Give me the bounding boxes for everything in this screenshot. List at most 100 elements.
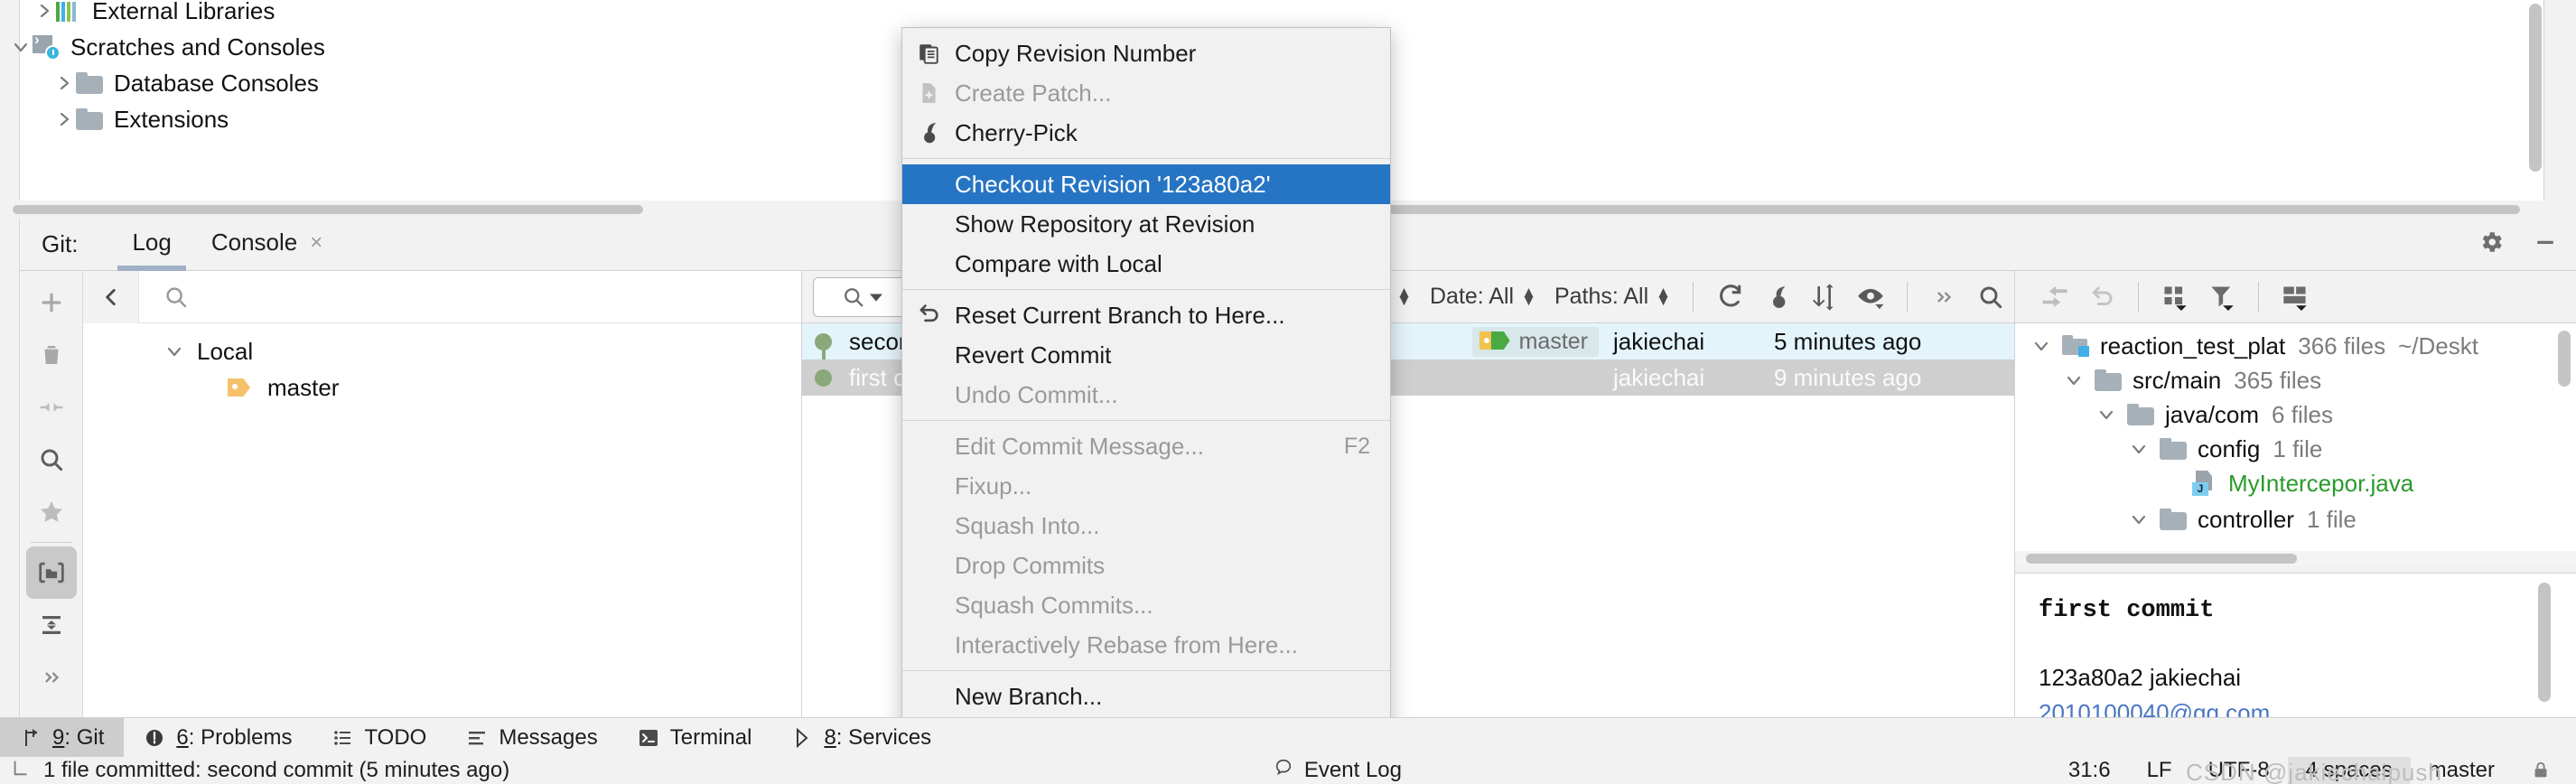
menu-item-label: Checkout Revision '123a80a2' xyxy=(955,170,1271,198)
branch-item-master[interactable]: master xyxy=(228,370,339,405)
files-horizontal-scrollbar[interactable] xyxy=(2015,551,2576,565)
quick-search-dropdown[interactable] xyxy=(813,276,910,317)
filter-date[interactable]: Date: All ▲ ▼ xyxy=(1421,284,1545,310)
file-tree-row[interactable]: controller 1 file xyxy=(2127,502,2357,537)
more-icon[interactable] xyxy=(26,651,77,704)
favorite-star-icon[interactable] xyxy=(26,486,77,538)
tree-label: External Libraries xyxy=(92,0,275,24)
menu-item-checkout-revision[interactable]: Checkout Revision '123a80a2' xyxy=(902,164,1390,204)
file-count: 6 files xyxy=(2272,400,2333,428)
editor-icon xyxy=(11,758,31,784)
filter-paths[interactable]: Paths: All ▲ ▼ xyxy=(1545,284,1680,310)
toolbar-divider xyxy=(1907,281,1908,313)
tab-console[interactable]: Console × xyxy=(191,218,342,271)
file-tree-label: reaction_test_plat xyxy=(2100,331,2286,359)
detail-vertical-scrollbar[interactable] xyxy=(2538,583,2551,702)
files-vertical-scrollbar[interactable] xyxy=(2558,331,2571,387)
lock-icon[interactable] xyxy=(2513,757,2569,784)
tool-button-label: TODO xyxy=(364,724,427,750)
libraries-icon xyxy=(56,0,81,22)
tool-button-git[interactable]: 9: Git xyxy=(0,717,125,758)
menu-item-label: Show Repository at Revision xyxy=(955,210,1255,238)
menu-separator xyxy=(902,420,1390,421)
tree-item-external-libraries[interactable]: External Libraries xyxy=(33,0,275,29)
menu-item-label: Reset Current Branch to Here... xyxy=(955,301,1285,329)
group-by-icon[interactable] xyxy=(2151,274,2198,321)
chevron-down-icon[interactable] xyxy=(163,340,186,363)
tool-button-messages[interactable]: Messages xyxy=(446,718,617,758)
chevron-down-icon[interactable] xyxy=(2127,508,2151,531)
indent-setting[interactable]: 4 spaces xyxy=(2287,757,2411,784)
folder-icon xyxy=(2127,404,2154,425)
refresh-icon[interactable] xyxy=(1706,274,1753,321)
menu-item-new-branch[interactable]: New Branch... xyxy=(902,677,1390,716)
branch-group-local[interactable]: Local xyxy=(163,334,253,369)
file-tree-row[interactable]: src/main 365 files xyxy=(2062,363,2321,397)
menu-separator xyxy=(902,670,1390,671)
tree-item-database-consoles[interactable]: Database Consoles xyxy=(52,65,319,101)
folder-selected-icon[interactable] xyxy=(25,546,77,599)
chevron-right-icon[interactable] xyxy=(33,0,56,23)
line-separator[interactable]: LF xyxy=(2129,757,2190,784)
chevron-right-icon[interactable] xyxy=(52,107,76,131)
delete-icon[interactable] xyxy=(26,329,77,381)
file-tree-row[interactable]: java/com 6 files xyxy=(2095,397,2333,432)
file-count: 1 file xyxy=(2306,505,2357,533)
layout-icon[interactable] xyxy=(2272,274,2319,321)
merge-icon[interactable] xyxy=(26,381,77,434)
collapse-pane-button[interactable] xyxy=(83,271,139,323)
eye-icon[interactable] xyxy=(1847,274,1894,321)
menu-item-compare-with-local[interactable]: Compare with Local xyxy=(902,244,1390,284)
tool-button-terminal[interactable]: Terminal xyxy=(618,718,772,758)
chevron-down-icon[interactable] xyxy=(9,35,33,59)
menu-item-copy-revision-number[interactable]: Copy Revision Number xyxy=(902,33,1390,73)
chevron-down-icon[interactable] xyxy=(2062,369,2086,392)
tree-item-extensions[interactable]: Extensions xyxy=(52,101,229,137)
commit-message-detail: first commit 123a80a2 jakiechai 20101000… xyxy=(2015,573,2576,717)
add-icon[interactable] xyxy=(26,276,77,329)
tool-button-services[interactable]: 8: Services xyxy=(771,718,951,758)
menu-item-label: Undo Commit... xyxy=(955,380,1118,408)
sort-icon[interactable] xyxy=(1800,274,1847,321)
tree-item-scratches-and-consoles[interactable]: Scratches and Consoles xyxy=(9,29,325,65)
event-log-button[interactable]: Event Log xyxy=(1274,758,1402,784)
file-tree-row-java-file[interactable]: J MyIntercepor.java xyxy=(2192,466,2413,500)
tool-button-problems[interactable]: 6: Problems xyxy=(124,718,312,758)
status-bar: 1 file committed: second commit (5 minut… xyxy=(0,757,2576,784)
menu-item-revert-commit[interactable]: Revert Commit xyxy=(902,335,1390,375)
menu-item-cherry-pick[interactable]: Cherry-Pick xyxy=(902,113,1390,153)
chevron-down-icon[interactable] xyxy=(2127,437,2151,461)
expand-icon[interactable] xyxy=(1920,274,1967,321)
chevron-down-icon[interactable] xyxy=(2095,403,2118,426)
close-icon[interactable]: × xyxy=(310,230,322,256)
minimize-icon[interactable] xyxy=(2532,229,2559,260)
tree-label: Database Consoles xyxy=(114,69,319,97)
caret-position[interactable]: 31:6 xyxy=(2050,757,2129,784)
search-icon[interactable] xyxy=(1967,274,2014,321)
tool-window-bar: 9: Git 6: Problems TODO Messages Termina… xyxy=(0,717,2576,758)
cherry-pick-icon[interactable] xyxy=(1753,274,1800,321)
git-branch-widget[interactable]: master xyxy=(2411,757,2513,784)
tool-button-todo[interactable]: TODO xyxy=(312,718,446,758)
revert-icon[interactable] xyxy=(2078,274,2125,321)
tab-log[interactable]: Log xyxy=(112,218,191,271)
file-tree-label: config xyxy=(2198,434,2261,462)
gear-icon[interactable] xyxy=(2478,229,2505,260)
go-to-change-icon[interactable] xyxy=(2031,274,2078,321)
chevron-right-icon[interactable] xyxy=(52,71,76,95)
tool-button-label: : Problems xyxy=(188,724,293,750)
tool-button-label: : Services xyxy=(835,724,932,750)
file-tree-row[interactable]: reaction_test_plat 366 files ~/Deskt xyxy=(2030,329,2478,363)
menu-item-show-repository-at-revision[interactable]: Show Repository at Revision xyxy=(902,204,1390,244)
search-icon[interactable] xyxy=(26,434,77,486)
ref-chip-master[interactable]: master xyxy=(1471,326,1599,357)
file-encoding[interactable]: UTF-8 xyxy=(2190,757,2288,784)
project-vertical-scrollbar[interactable] xyxy=(2529,4,2542,172)
branch-search-input[interactable] xyxy=(206,284,694,310)
chevron-down-icon[interactable] xyxy=(2030,334,2053,358)
filter-icon[interactable] xyxy=(2198,274,2245,321)
file-tree-row[interactable]: config 1 file xyxy=(2127,432,2322,466)
menu-item-reset-current-branch-to-here[interactable]: Reset Current Branch to Here... xyxy=(902,295,1390,335)
collapse-all-icon[interactable] xyxy=(26,599,77,651)
commit-details-toolbar xyxy=(2015,271,2576,323)
